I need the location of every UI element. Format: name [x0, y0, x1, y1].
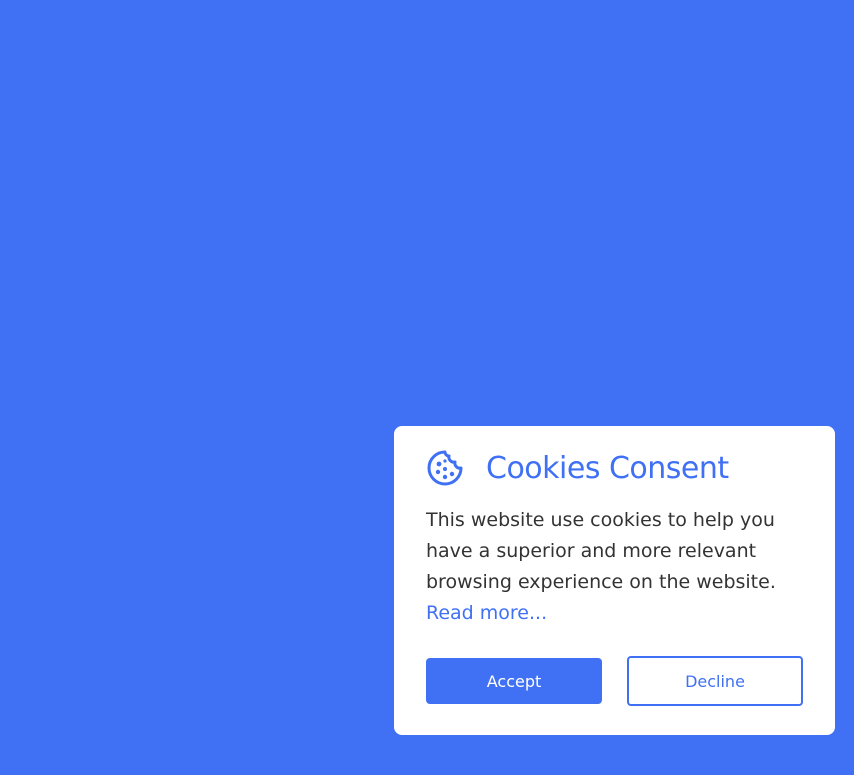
consent-actions: Accept Decline — [426, 656, 803, 706]
consent-message-block: This website use cookies to help you hav… — [426, 505, 811, 629]
consent-message: This website use cookies to help you hav… — [426, 509, 776, 593]
consent-header: Cookies Consent — [426, 448, 803, 488]
cookie-consent-dialog: Cookies Consent This website use cookies… — [394, 426, 835, 735]
consent-title: Cookies Consent — [486, 450, 729, 486]
accept-button[interactable]: Accept — [426, 658, 602, 704]
read-more-link[interactable]: Read more... — [426, 602, 547, 624]
decline-button[interactable]: Decline — [627, 656, 803, 706]
cookie-icon — [426, 449, 464, 487]
